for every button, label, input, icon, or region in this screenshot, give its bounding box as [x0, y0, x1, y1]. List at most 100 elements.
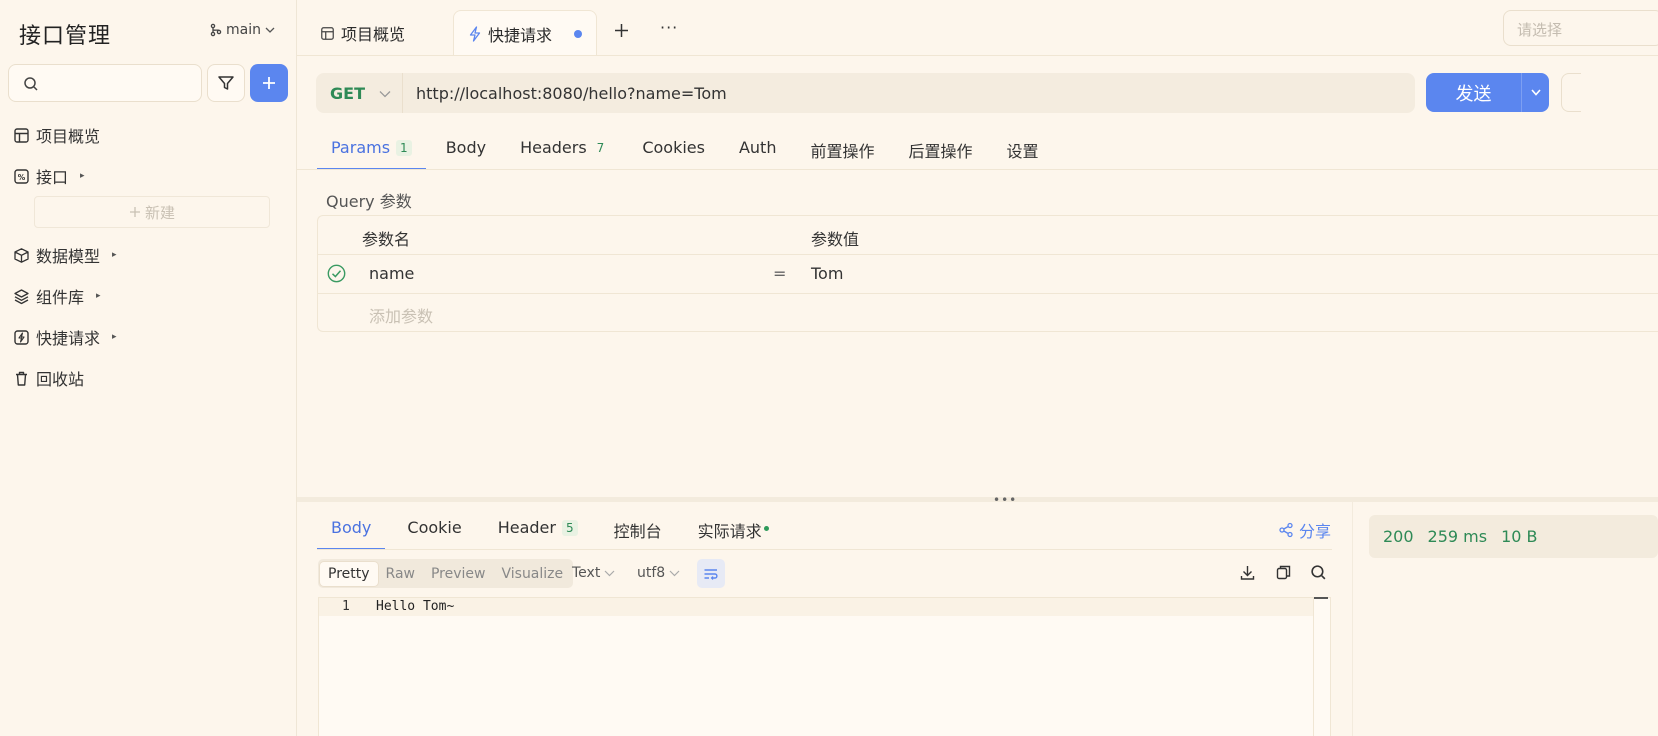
- param-enabled-checkbox[interactable]: [327, 264, 346, 283]
- sidebar-item-label: 项目概览: [36, 127, 101, 146]
- tab-params[interactable]: Params 1: [317, 130, 426, 170]
- new-button[interactable]: 新建: [34, 196, 270, 228]
- method-label: GET: [330, 84, 365, 103]
- send-button[interactable]: 发送: [1426, 73, 1549, 112]
- encoding-label: utf8: [637, 565, 666, 581]
- scrollbar-thumb[interactable]: [1314, 597, 1328, 599]
- plus-icon: [263, 77, 275, 89]
- sidebar-item-label: 快捷请求: [36, 329, 101, 348]
- tab-label: Auth: [738, 138, 777, 157]
- chevron-down-icon: [265, 27, 275, 33]
- tab-label: 设置: [1006, 142, 1039, 161]
- new-tab-button[interactable]: [613, 22, 630, 39]
- resize-handle[interactable]: [297, 497, 1658, 502]
- chevron-down-icon: [669, 570, 680, 576]
- bolt-icon: [14, 329, 29, 345]
- copy-icon: [1276, 565, 1291, 580]
- add-button[interactable]: [250, 64, 288, 102]
- sidebar-item-data-models[interactable]: 数据模型 ▸: [13, 243, 117, 267]
- sidebar-item-overview[interactable]: 项目概览: [13, 123, 100, 147]
- search-input[interactable]: [8, 64, 202, 102]
- encoding-select[interactable]: utf8: [637, 565, 680, 581]
- tab-response-cookie[interactable]: Cookie: [393, 510, 475, 550]
- tab-label: Params: [331, 138, 391, 157]
- cube-icon: [14, 247, 29, 263]
- api-icon: %: [14, 168, 29, 184]
- copy-button[interactable]: [1275, 564, 1292, 581]
- tab-auth[interactable]: Auth: [725, 130, 791, 170]
- tab-actual-request[interactable]: 实际请求: [684, 510, 783, 550]
- tab-response-header[interactable]: Header 5: [484, 510, 592, 550]
- more-tabs-button[interactable]: ···: [660, 18, 678, 37]
- format-visualize[interactable]: Visualize: [493, 562, 571, 586]
- request-tabs: Params 1 Body Headers 7 Cookies Auth 前置操…: [317, 130, 1059, 170]
- word-wrap-button[interactable]: [697, 559, 725, 588]
- caret-icon: ▸: [112, 332, 117, 342]
- tab-label: 快捷请求: [488, 25, 553, 45]
- query-params-label: Query 参数: [326, 192, 412, 211]
- tab-cookies[interactable]: Cookies: [628, 130, 719, 170]
- share-button[interactable]: 分享: [1278, 518, 1331, 542]
- tab-quick-request[interactable]: 快捷请求: [453, 10, 597, 56]
- param-value-input[interactable]: Tom: [811, 264, 843, 283]
- sidebar-item-api[interactable]: % 接口 ▸: [13, 164, 85, 188]
- count-badge: 5: [561, 520, 578, 536]
- content-type-select[interactable]: Text: [572, 565, 615, 581]
- share-icon: [1279, 522, 1293, 538]
- tab-label: Cookie: [407, 518, 462, 537]
- sidebar-title: 接口管理: [19, 24, 112, 49]
- tab-settings[interactable]: 设置: [992, 130, 1052, 170]
- share-label: 分享: [1299, 522, 1332, 541]
- add-param-input[interactable]: 添加参数: [369, 303, 433, 327]
- branch-selector[interactable]: main: [210, 22, 275, 38]
- sidebar-item-components[interactable]: 组件库 ▸: [13, 284, 101, 308]
- search-response-button[interactable]: [1310, 564, 1327, 581]
- tab-post-request[interactable]: 后置操作: [894, 130, 986, 170]
- chevron-down-icon: [379, 90, 391, 97]
- tab-headers[interactable]: Headers 7: [506, 130, 622, 170]
- tab-body[interactable]: Body: [432, 130, 500, 170]
- sidebar-item-quick-request[interactable]: 快捷请求 ▸: [13, 325, 117, 349]
- chevron-down-icon: [604, 570, 615, 576]
- layout-icon: [14, 127, 29, 143]
- send-options-button[interactable]: [1522, 89, 1549, 96]
- unsaved-dot: [574, 29, 583, 38]
- sidebar-item-trash[interactable]: 回收站: [13, 366, 84, 390]
- svg-text:%: %: [18, 173, 26, 182]
- tab-label: 控制台: [613, 522, 662, 541]
- chevron-down-icon: [1530, 89, 1541, 96]
- url-input[interactable]: http://localhost:8080/hello?name=Tom: [416, 84, 727, 103]
- response-body-viewer[interactable]: [318, 597, 1331, 736]
- current-line-highlight: [319, 598, 1314, 616]
- divider: [402, 73, 403, 113]
- method-select[interactable]: GET: [330, 84, 391, 103]
- tab-overview[interactable]: 项目概览: [320, 10, 405, 56]
- sidebar-item-label: 组件库: [36, 288, 85, 307]
- tab-response-body[interactable]: Body: [317, 510, 386, 550]
- tab-label: Header: [497, 518, 556, 537]
- format-raw[interactable]: Raw: [378, 562, 423, 586]
- format-pretty[interactable]: Pretty: [320, 561, 378, 586]
- filter-button[interactable]: [207, 64, 245, 102]
- environment-select[interactable]: 请选择: [1503, 10, 1658, 46]
- download-button[interactable]: [1239, 564, 1256, 581]
- tab-bar-divider: [297, 55, 1658, 56]
- scrollbar[interactable]: [1313, 598, 1330, 736]
- count-badge: 1: [396, 140, 412, 156]
- branch-name: main: [226, 22, 261, 38]
- drag-handle-icon: •••: [993, 493, 1018, 507]
- status-code: 200: [1383, 527, 1414, 546]
- param-name-input[interactable]: name: [369, 264, 414, 283]
- download-icon: [1240, 566, 1255, 580]
- save-button[interactable]: [1561, 73, 1581, 112]
- count-badge: 7: [596, 141, 605, 155]
- format-preview[interactable]: Preview: [423, 562, 494, 586]
- tab-pre-request[interactable]: 前置操作: [796, 130, 888, 170]
- caret-icon: ▸: [80, 171, 85, 181]
- response-tabs: Body Cookie Header 5 控制台 实际请求: [317, 510, 791, 550]
- sidebar-item-label: 回收站: [36, 370, 85, 389]
- caret-icon: ▸: [96, 291, 101, 301]
- tab-label: Headers: [520, 138, 587, 157]
- sidebar: 接口管理 main 项目概览 % 接口 ▸ 新建 数据模型 ▸ 组件库 ▸ 快捷…: [0, 0, 297, 736]
- tab-console[interactable]: 控制台: [600, 510, 676, 550]
